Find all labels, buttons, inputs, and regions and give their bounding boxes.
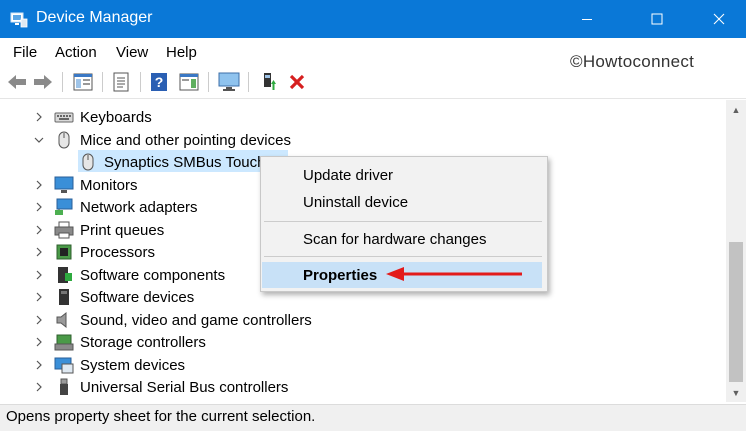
minimize-button[interactable] (564, 0, 610, 38)
menu-view[interactable]: View (116, 44, 148, 61)
scan-hardware-button[interactable] (218, 71, 240, 93)
menu-file[interactable]: File (13, 44, 37, 61)
action-pane-button[interactable] (178, 71, 200, 93)
toolbar-separator (208, 72, 209, 92)
software-device-icon (59, 289, 69, 305)
back-arrow-icon (8, 75, 26, 89)
chevron-down-icon[interactable] (34, 135, 44, 145)
forward-arrow-icon (34, 75, 52, 89)
close-button[interactable] (696, 0, 742, 38)
tree-item-label: Universal Serial Bus controllers (80, 378, 289, 396)
toolbar-separator (102, 72, 103, 92)
help-icon: ? (151, 73, 167, 91)
speaker-icon (56, 311, 67, 329)
forward-button[interactable] (32, 71, 54, 93)
context-menu-update-driver[interactable]: Update driver (303, 167, 393, 184)
maximize-button[interactable] (634, 0, 680, 38)
keyboard-icon (54, 112, 74, 123)
mouse-icon (58, 131, 70, 149)
network-icon (55, 198, 73, 215)
system-icon (54, 357, 74, 374)
printer-icon (54, 221, 74, 239)
chevron-right-icon[interactable] (34, 112, 44, 122)
tree-item-label: Sound, video and game controllers (80, 311, 312, 329)
mouse-icon (82, 153, 94, 171)
svg-text:?: ? (155, 74, 164, 90)
tree-item-sound-video-game[interactable]: Sound, video and game controllers (0, 309, 700, 331)
maximize-icon (651, 13, 663, 25)
chevron-right-icon[interactable] (34, 225, 44, 235)
monitor-icon (218, 72, 240, 91)
update-driver-icon (264, 73, 276, 90)
chevron-right-icon[interactable] (34, 180, 44, 190)
chevron-right-icon[interactable] (34, 270, 44, 280)
tree-item-label: Network adapters (80, 198, 198, 216)
context-menu-uninstall-device[interactable]: Uninstall device (303, 194, 408, 211)
device-manager-app-icon (10, 12, 28, 28)
status-text: Opens property sheet for the current sel… (6, 408, 316, 425)
chevron-right-icon[interactable] (34, 292, 44, 302)
show-hide-console-tree-icon (73, 73, 93, 91)
tree-item-system-devices[interactable]: System devices (0, 354, 700, 376)
scroll-up-arrow-icon[interactable]: ▲ (726, 102, 746, 118)
chevron-right-icon[interactable] (34, 360, 44, 370)
tree-item-storage-controllers[interactable]: Storage controllers (0, 331, 700, 353)
monitor-icon (54, 176, 74, 193)
chevron-right-icon[interactable] (34, 337, 44, 347)
tree-item-keyboards[interactable]: Keyboards (0, 106, 700, 128)
toolbar-separator (62, 72, 63, 92)
annotation-arrow-icon (386, 267, 522, 281)
tree-item-label: Software components (80, 266, 226, 284)
toolbar-separator (248, 72, 249, 92)
tree-item-label: Keyboards (80, 108, 152, 126)
tree-item-label: System devices (80, 356, 186, 374)
help-toolbar-button[interactable]: ? (148, 71, 170, 93)
chevron-right-icon[interactable] (34, 202, 44, 212)
context-menu-scan-hardware[interactable]: Scan for hardware changes (303, 231, 486, 248)
menu-help[interactable]: Help (166, 44, 197, 61)
chevron-right-icon[interactable] (34, 382, 44, 392)
tree-item-label: Synaptics SMBus Touchl (104, 153, 269, 171)
context-menu-separator (264, 221, 542, 222)
software-component-icon (58, 267, 72, 283)
uninstall-toolbar-button[interactable] (286, 71, 308, 93)
chevron-right-icon[interactable] (34, 247, 44, 257)
properties-icon (113, 72, 129, 92)
tree-item-label: Storage controllers (80, 333, 206, 351)
scrollbar-thumb[interactable] (729, 242, 743, 382)
tree-item-usb-controllers[interactable]: Universal Serial Bus controllers (0, 376, 700, 398)
context-menu-properties[interactable]: Properties (303, 267, 377, 284)
properties-toolbar-button[interactable] (110, 71, 132, 93)
tree-item-label: Monitors (80, 176, 138, 194)
title-bar: Device Manager (0, 0, 746, 38)
tree-item-mice[interactable]: Mice and other pointing devices (0, 129, 700, 151)
tree-item-label: Print queues (80, 221, 165, 239)
uninstall-icon (289, 74, 305, 90)
update-driver-toolbar-button[interactable] (258, 71, 280, 93)
tree-item-label: Processors (80, 243, 156, 261)
close-icon (713, 13, 725, 25)
toolbar-separator (140, 72, 141, 92)
tree-item-synaptics-touchpad[interactable]: Synaptics SMBus Touchl (0, 151, 290, 173)
context-menu-separator (264, 256, 542, 257)
chevron-right-icon[interactable] (34, 315, 44, 325)
scroll-down-arrow-icon[interactable]: ▼ (726, 385, 746, 401)
show-hide-console-tree-button[interactable] (72, 71, 94, 93)
tree-item-label: Software devices (80, 288, 195, 306)
back-button[interactable] (6, 71, 28, 93)
tree-item-label: Mice and other pointing devices (80, 131, 291, 149)
minimize-icon (582, 19, 592, 20)
storage-icon (54, 334, 74, 351)
action-pane-icon (179, 73, 199, 91)
menu-action[interactable]: Action (55, 44, 97, 61)
window-title: Device Manager (36, 9, 153, 26)
processor-icon (56, 244, 72, 260)
usb-icon (60, 378, 68, 395)
